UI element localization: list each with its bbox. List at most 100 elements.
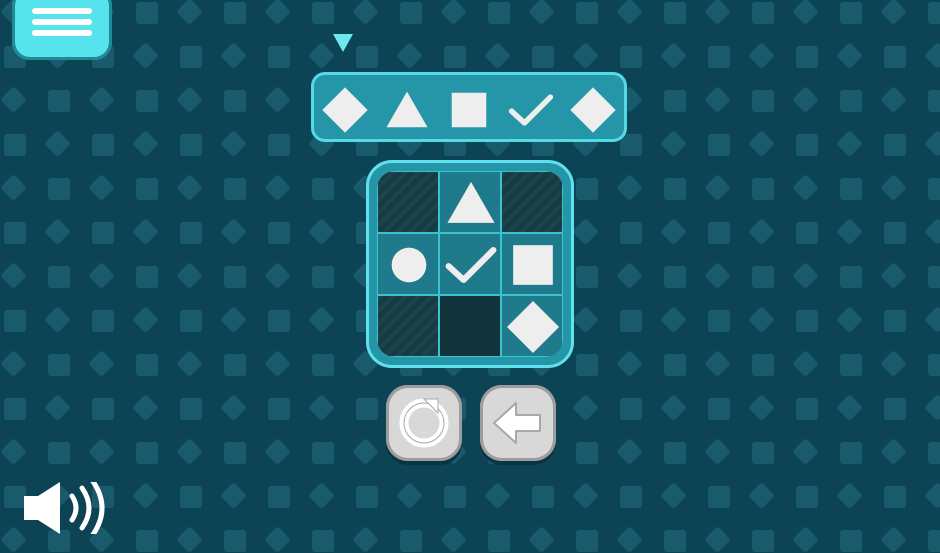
background-diamond-tile bbox=[924, 306, 940, 333]
background-square-tile bbox=[92, 134, 114, 156]
diamond-icon bbox=[570, 87, 616, 133]
restart-button[interactable] bbox=[386, 385, 462, 461]
background-square-tile bbox=[576, 530, 598, 552]
background-diamond-tile bbox=[44, 130, 71, 157]
background-square-tile bbox=[224, 442, 246, 464]
arrow-left-icon bbox=[493, 402, 541, 444]
board-cell-1-2[interactable] bbox=[501, 233, 563, 295]
background-square-tile bbox=[664, 530, 686, 552]
background-square-tile bbox=[576, 354, 598, 376]
background-diamond-tile bbox=[0, 262, 27, 289]
background-diamond-tile bbox=[748, 306, 775, 333]
undo-button[interactable] bbox=[480, 385, 556, 461]
check-icon bbox=[508, 94, 554, 126]
background-diamond-tile bbox=[836, 42, 863, 69]
background-diamond-tile bbox=[484, 42, 511, 69]
background-square-tile bbox=[664, 178, 686, 200]
background-diamond-tile bbox=[88, 350, 115, 377]
background-diamond-tile bbox=[88, 438, 115, 465]
background-square-tile bbox=[92, 222, 114, 244]
background-diamond-tile bbox=[792, 262, 819, 289]
background-square-tile bbox=[4, 134, 26, 156]
board-cell-0-1[interactable] bbox=[439, 171, 501, 233]
background-square-tile bbox=[796, 486, 818, 508]
diamond-icon bbox=[322, 87, 368, 133]
background-diamond-tile bbox=[836, 130, 863, 157]
board-cell-0-0[interactable] bbox=[377, 171, 439, 233]
background-diamond-tile bbox=[132, 306, 159, 333]
background-square-tile bbox=[136, 90, 158, 112]
background-square-tile bbox=[884, 46, 906, 68]
background-square-tile bbox=[796, 46, 818, 68]
restart-icon bbox=[399, 398, 449, 448]
background-square-tile bbox=[444, 46, 466, 68]
background-diamond-tile bbox=[616, 350, 643, 377]
background-diamond-tile bbox=[660, 306, 687, 333]
background-diamond-tile bbox=[660, 218, 687, 245]
background-square-tile bbox=[884, 134, 906, 156]
background-square-tile bbox=[752, 354, 774, 376]
background-square-tile bbox=[620, 310, 642, 332]
background-diamond-tile bbox=[528, 526, 555, 553]
background-square-tile bbox=[664, 266, 686, 288]
background-diamond-tile bbox=[924, 394, 940, 421]
background-diamond-tile bbox=[440, 0, 467, 25]
background-square-tile bbox=[48, 178, 70, 200]
background-square-tile bbox=[708, 46, 730, 68]
background-square-tile bbox=[620, 486, 642, 508]
background-diamond-tile bbox=[660, 482, 687, 509]
background-diamond-tile bbox=[176, 86, 203, 113]
board-cell-1-1[interactable] bbox=[439, 233, 501, 295]
background-square-tile bbox=[840, 178, 862, 200]
background-square-tile bbox=[92, 310, 114, 332]
background-diamond-tile bbox=[880, 0, 907, 25]
background-square-tile bbox=[576, 178, 598, 200]
background-diamond-tile bbox=[704, 350, 731, 377]
diamond-icon bbox=[506, 300, 560, 354]
background-diamond-tile bbox=[528, 0, 555, 25]
background-diamond-tile bbox=[0, 350, 27, 377]
background-diamond-tile bbox=[792, 0, 819, 25]
background-diamond-tile bbox=[132, 42, 159, 69]
menu-button[interactable] bbox=[12, 0, 112, 60]
background-square-tile bbox=[356, 398, 378, 420]
background-diamond-tile bbox=[220, 394, 247, 421]
background-square-tile bbox=[268, 134, 290, 156]
board-cell-2-2[interactable] bbox=[501, 295, 563, 357]
board-cell-0-2[interactable] bbox=[501, 171, 563, 233]
background-diamond-tile bbox=[44, 394, 71, 421]
background-diamond-tile bbox=[440, 526, 467, 553]
background-square-tile bbox=[136, 266, 158, 288]
background-diamond-tile bbox=[748, 482, 775, 509]
background-square-tile bbox=[224, 266, 246, 288]
background-square-tile bbox=[620, 398, 642, 420]
background-diamond-tile bbox=[572, 42, 599, 69]
sound-toggle-button[interactable] bbox=[20, 477, 110, 539]
sequence-item-square bbox=[442, 83, 498, 135]
background-square-tile bbox=[840, 442, 862, 464]
background-square-tile bbox=[180, 486, 202, 508]
background-diamond-tile bbox=[264, 174, 291, 201]
board-cell-2-1[interactable] bbox=[439, 295, 501, 357]
background-diamond-tile bbox=[836, 394, 863, 421]
board-cell-2-0[interactable] bbox=[377, 295, 439, 357]
background-diamond-tile bbox=[88, 262, 115, 289]
background-square-tile bbox=[136, 178, 158, 200]
background-diamond-tile bbox=[748, 218, 775, 245]
background-square-tile bbox=[796, 310, 818, 332]
background-diamond-tile bbox=[748, 42, 775, 69]
triangle-icon bbox=[447, 181, 495, 223]
background-square-tile bbox=[356, 486, 378, 508]
background-diamond-tile bbox=[176, 262, 203, 289]
board-cell-1-0[interactable] bbox=[377, 233, 439, 295]
sequence-item-diamond bbox=[318, 83, 374, 135]
background-diamond-tile bbox=[308, 42, 335, 69]
background-diamond-tile bbox=[572, 306, 599, 333]
background-square-tile bbox=[136, 442, 158, 464]
background-diamond-tile bbox=[792, 86, 819, 113]
background-square-tile bbox=[136, 530, 158, 552]
hamburger-icon-line bbox=[32, 30, 92, 36]
background-square-tile bbox=[708, 486, 730, 508]
background-square-tile bbox=[268, 222, 290, 244]
background-square-tile bbox=[928, 90, 940, 112]
